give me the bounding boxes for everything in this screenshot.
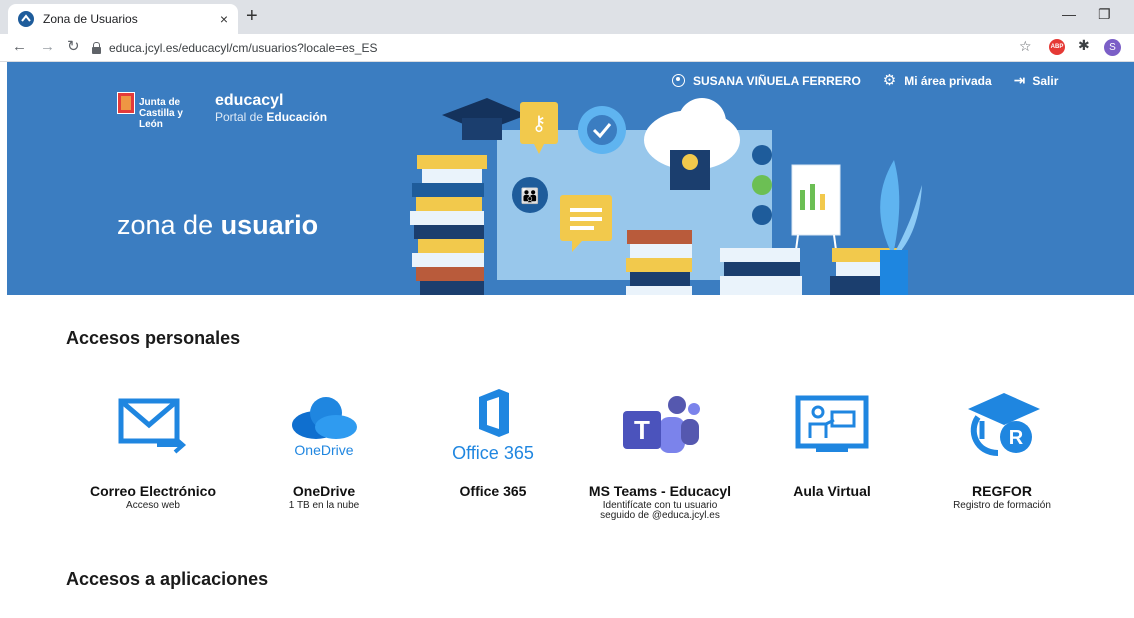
- brand-logo[interactable]: Junta de Castilla y León educacyl Portal…: [117, 92, 327, 130]
- coat-of-arms-icon: [117, 92, 135, 114]
- onedrive-logo-text: OneDrive: [294, 441, 354, 458]
- hero-illustration: ⚷ 👪: [410, 98, 922, 295]
- hero-banner: Junta de Castilla y León educacyl Portal…: [7, 62, 1134, 295]
- tile-email-name: Correo Electrónico: [89, 483, 217, 499]
- restore-window-icon[interactable]: ❐: [1098, 6, 1111, 23]
- logout-icon: ⇥: [1013, 72, 1026, 88]
- tile-regfor-name: REGFOR: [972, 483, 1032, 499]
- forward-arrow-icon[interactable]: →: [40, 39, 55, 55]
- tile-teams-name: MS Teams - Educacyl: [588, 483, 732, 499]
- office365-icon: Office 365: [403, 378, 583, 474]
- tile-onedrive-name: OneDrive: [292, 483, 356, 499]
- tile-aula-virtual-name: Aula Virtual: [793, 483, 871, 499]
- tile-onedrive[interactable]: OneDrive OneDrive 1 TB en la nube: [234, 378, 414, 511]
- tile-office365-name: Office 365: [459, 483, 527, 499]
- portal-subtitle: Portal de Educación: [215, 110, 327, 124]
- gear-clock-icon: [578, 106, 626, 154]
- logout-link[interactable]: ⇥ Salir: [1014, 72, 1059, 89]
- video-call-icon: [752, 175, 772, 195]
- profile-avatar[interactable]: S: [1104, 39, 1121, 56]
- people-circle-icon: 👪: [512, 177, 548, 213]
- book-stack-left-icon: [410, 155, 487, 295]
- browser-tab[interactable]: Zona de Usuarios ×: [8, 4, 238, 34]
- book-stack-right-icon: [720, 248, 904, 295]
- tile-regfor-desc: Registro de formación: [953, 500, 1051, 511]
- address-bar[interactable]: educa.jcyl.es/educacyl/cm/usuarios?local…: [92, 37, 1032, 59]
- tile-teams-desc: Identifícate con tu usuario seguido de @…: [600, 500, 720, 521]
- back-arrow-icon[interactable]: ←: [12, 39, 27, 55]
- plant-icon: [880, 160, 922, 295]
- tile-email-desc: Acceso web: [126, 500, 180, 511]
- microphone-icon: [752, 145, 772, 165]
- extensions-puzzle-icon[interactable]: ✱: [1078, 37, 1090, 54]
- abp-label: ABP: [1050, 44, 1064, 50]
- profile-letter: S: [1109, 42, 1116, 53]
- tile-regfor[interactable]: R REGFOR Registro de formación: [912, 378, 1092, 511]
- tile-email[interactable]: Correo Electrónico Acceso web: [63, 378, 243, 511]
- tile-office365[interactable]: Office 365 Office 365: [403, 378, 583, 501]
- lock-icon: [92, 41, 101, 54]
- classroom-icon: [742, 378, 922, 474]
- tile-aula-virtual[interactable]: Aula Virtual: [742, 378, 922, 501]
- portal-bold: Educación: [266, 110, 328, 124]
- browser-toolbar: ← → ↻ educa.jcyl.es/educacyl/cm/usuarios…: [0, 34, 1134, 62]
- section-title-apps: Accesos a aplicaciones: [66, 569, 269, 589]
- zone-bold: usuario: [220, 210, 319, 240]
- new-tab-button[interactable]: +: [246, 6, 258, 26]
- portal-prefix: Portal de: [215, 110, 264, 124]
- phone-call-icon: [752, 205, 772, 225]
- section-title-personal: Accesos personales: [66, 328, 241, 348]
- tile-onedrive-desc: 1 TB en la nube: [288, 500, 360, 511]
- teams-icon: T: [570, 378, 750, 474]
- minimize-icon[interactable]: —: [1062, 6, 1076, 22]
- adblock-extension-icon[interactable]: ABP: [1049, 39, 1065, 55]
- tab-title: Zona de Usuarios: [43, 12, 138, 26]
- onedrive-icon: OneDrive: [234, 378, 414, 474]
- svg-text:👪: 👪: [521, 187, 540, 205]
- book-stack-middle-icon: [626, 230, 692, 295]
- reload-icon[interactable]: ↻: [67, 39, 80, 55]
- logout-label: Salir: [1032, 73, 1059, 88]
- regfor-icon: R: [912, 378, 1092, 474]
- browser-tabstrip: Zona de Usuarios × + — ❐: [0, 0, 1134, 34]
- junta-label: Junta de Castilla y León: [139, 97, 183, 130]
- tab-close-button[interactable]: ×: [220, 11, 228, 27]
- teams-logo-letter: T: [634, 415, 650, 445]
- bookmark-star-icon[interactable]: ☆: [1019, 38, 1032, 55]
- zone-title: zona de usuario: [117, 210, 318, 241]
- url-text[interactable]: educa.jcyl.es/educacyl/cm/usuarios?local…: [109, 41, 377, 55]
- zone-prefix: zona de: [117, 210, 214, 240]
- office365-logo-text: Office 365: [452, 442, 534, 463]
- site-favicon-icon: [18, 11, 34, 27]
- portal-name: educacyl: [215, 92, 284, 109]
- regfor-logo-letter: R: [1009, 427, 1024, 449]
- tile-teams[interactable]: T MS Teams - Educacyl Identifícate con t…: [570, 378, 750, 521]
- svg-text:⚷: ⚷: [532, 111, 547, 135]
- mail-icon: [63, 378, 243, 474]
